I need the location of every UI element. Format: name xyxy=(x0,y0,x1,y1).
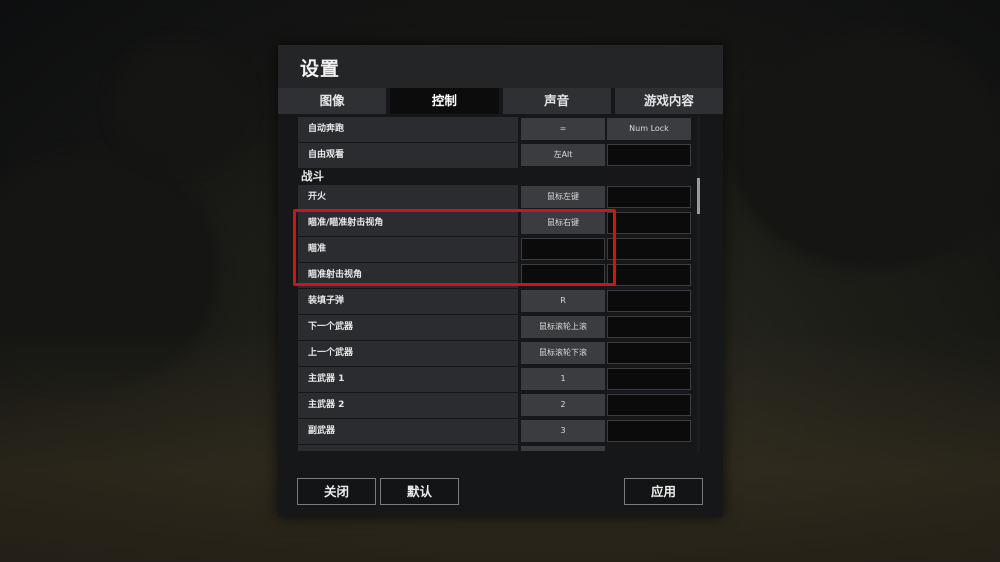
keybind-row-free-look: 自由观看 左Alt xyxy=(298,143,694,168)
secondary-key-slot[interactable] xyxy=(607,394,691,416)
primary-key-slot[interactable]: 鼠标滚轮上滚 xyxy=(521,316,605,338)
secondary-key-slot[interactable] xyxy=(607,316,691,338)
scrollbar-thumb[interactable] xyxy=(697,178,700,214)
keybind-row-auto-run: 自动奔跑 = Num Lock xyxy=(298,117,694,142)
keybind-label: 下一个武器 xyxy=(298,315,518,340)
secondary-key-slot[interactable] xyxy=(607,342,691,364)
apply-button[interactable]: 应用 xyxy=(624,478,703,505)
background-tree xyxy=(730,30,1000,270)
close-button[interactable]: 关闭 xyxy=(297,478,376,505)
secondary-key-slot[interactable] xyxy=(607,368,691,390)
primary-key-slot[interactable]: R xyxy=(521,290,605,312)
secondary-key-slot[interactable]: Num Lock xyxy=(607,118,691,140)
keybind-label: 装填子弹 xyxy=(298,289,518,314)
keybind-label: 自由观看 xyxy=(298,143,518,168)
annotation-highlight-box xyxy=(293,209,616,286)
primary-key-slot[interactable]: 3 xyxy=(521,420,605,442)
section-header-combat: 战斗 xyxy=(301,169,324,183)
primary-key-slot[interactable]: 鼠标滚轮下滚 xyxy=(521,342,605,364)
primary-key-slot[interactable]: 1 xyxy=(521,368,605,390)
title-bar: 设置 xyxy=(278,45,723,88)
primary-key-slot[interactable] xyxy=(521,446,605,451)
secondary-key-slot[interactable] xyxy=(607,420,691,442)
keybind-scrollbar[interactable] xyxy=(697,116,700,451)
secondary-key-slot[interactable] xyxy=(607,144,691,166)
keybind-label-partial xyxy=(298,445,518,451)
background-tree xyxy=(110,40,250,170)
secondary-key-slot[interactable] xyxy=(607,212,691,234)
keybind-label: 自动奔跑 xyxy=(298,117,518,142)
secondary-key-slot[interactable] xyxy=(607,186,691,208)
default-button[interactable]: 默认 xyxy=(380,478,459,505)
keybind-label: 主武器 2 xyxy=(298,393,518,418)
secondary-key-slot[interactable] xyxy=(607,290,691,312)
secondary-key-slot[interactable] xyxy=(607,238,691,260)
keybind-row-reload: 装填子弹 R xyxy=(298,289,694,314)
tab-controls[interactable]: 控制 xyxy=(390,88,499,114)
keybind-row-fire: 开火 鼠标左键 xyxy=(298,185,694,210)
tab-audio[interactable]: 声音 xyxy=(502,88,611,114)
tab-graphics[interactable]: 图像 xyxy=(278,88,387,114)
settings-title: 设置 xyxy=(300,58,341,80)
primary-key-slot[interactable]: = xyxy=(521,118,605,140)
keybind-label: 副武器 xyxy=(298,419,518,444)
primary-key-slot[interactable]: 左Alt xyxy=(521,144,605,166)
keybind-row-primary-weapon-1: 主武器 1 1 xyxy=(298,367,694,392)
primary-key-slot[interactable]: 2 xyxy=(521,394,605,416)
keybind-row-primary-weapon-2: 主武器 2 2 xyxy=(298,393,694,418)
primary-key-slot[interactable]: 鼠标左键 xyxy=(521,186,605,208)
keybind-label: 主武器 1 xyxy=(298,367,518,392)
keybind-row-previous-weapon: 上一个武器 鼠标滚轮下滚 xyxy=(298,341,694,366)
keybind-label: 上一个武器 xyxy=(298,341,518,366)
keybind-row-secondary-weapon: 副武器 3 xyxy=(298,419,694,444)
secondary-key-slot[interactable] xyxy=(607,264,691,286)
tab-gameplay[interactable]: 游戏内容 xyxy=(614,88,723,114)
keybind-label: 开火 xyxy=(298,185,518,210)
keybind-row-partial xyxy=(298,445,694,451)
keybind-row-next-weapon: 下一个武器 鼠标滚轮上滚 xyxy=(298,315,694,340)
settings-tabs: 图像 控制 声音 游戏内容 xyxy=(278,88,723,114)
